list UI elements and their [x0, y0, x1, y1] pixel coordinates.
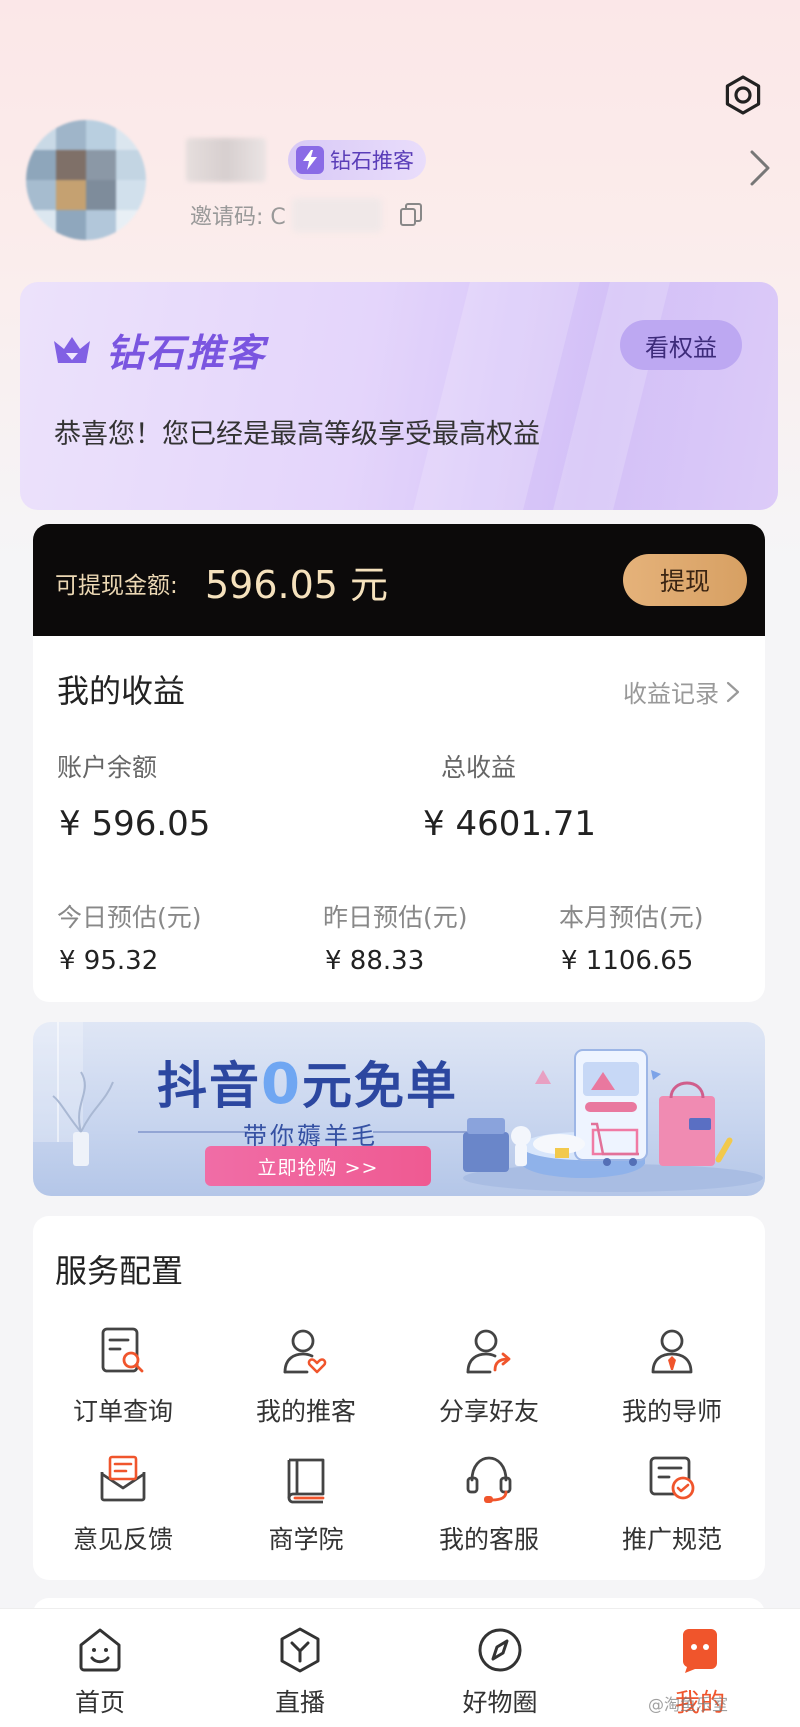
service-share-friend[interactable]: 分享好友: [399, 1324, 579, 1444]
bottom-tab-bar: 首页 直播 好物圈 我的 @淘鱼乐室: [0, 1608, 800, 1727]
my-promoter-icon: [283, 1329, 327, 1374]
balance-label: 账户余额: [57, 753, 158, 782]
gear-icon: [725, 75, 761, 115]
balance-value: ¥ 596.05: [59, 804, 211, 844]
promo-banner[interactable]: 抖音0元免单 带你薅羊毛 立即抢购 >>: [33, 1022, 765, 1196]
service-academy[interactable]: 商学院: [216, 1452, 396, 1572]
yesterday-value: ¥ 88.33: [325, 946, 425, 976]
avatar[interactable]: [26, 120, 146, 240]
badge-label: 钻石推客: [330, 149, 414, 173]
withdraw-button[interactable]: 提现: [623, 554, 747, 606]
service-promotion-rules[interactable]: 推广规范: [582, 1452, 762, 1572]
customer-service-icon: [466, 1456, 512, 1503]
crown-icon: [54, 336, 90, 363]
month-label: 本月预估(元): [559, 903, 704, 932]
service-label: 我的推客: [255, 1397, 356, 1426]
earnings-title: 我的收益: [57, 672, 186, 710]
level-badge: 钻石推客: [288, 140, 426, 180]
tab-label: 直播: [274, 1688, 325, 1717]
profile-header[interactable]: 钻石推客 邀请码: C: [26, 118, 786, 258]
banner-title-post: 元免单: [301, 1057, 458, 1115]
tab-label: 首页: [74, 1688, 125, 1717]
user-name: [186, 138, 266, 182]
service-label: 订单查询: [72, 1397, 173, 1426]
tab-home[interactable]: 首页: [40, 1625, 160, 1725]
service-label: 我的客服: [438, 1525, 539, 1554]
service-label: 意见反馈: [72, 1525, 173, 1554]
service-mentor[interactable]: 我的导师: [582, 1324, 762, 1444]
withdraw-label: 可提现金额:: [55, 573, 178, 599]
today-value: ¥ 95.32: [59, 946, 159, 976]
lightning-icon: [296, 146, 324, 174]
tab-live[interactable]: 直播: [240, 1625, 360, 1725]
total-label: 总收益: [441, 753, 517, 782]
service-my-promoter[interactable]: 我的推客: [216, 1324, 396, 1444]
settings-button[interactable]: [720, 72, 766, 118]
service-feedback[interactable]: 意见反馈: [33, 1452, 213, 1572]
academy-icon: [287, 1458, 325, 1504]
membership-title: 钻石推客: [52, 322, 266, 377]
copy-icon[interactable]: [398, 202, 424, 228]
promotion-rules-icon: [649, 1456, 695, 1500]
today-label: 今日预估(元): [57, 903, 202, 932]
service-label: 推广规范: [621, 1525, 722, 1554]
earnings-record-link[interactable]: 收益记录: [623, 674, 741, 709]
watermark: @淘鱼乐室: [648, 1695, 729, 1714]
withdraw-bar: 可提现金额: 596.05 元 提现: [33, 524, 765, 636]
tab-label: 好物圈: [462, 1688, 538, 1717]
mine-icon: [682, 1629, 717, 1673]
month-value: ¥ 1106.65: [561, 946, 694, 976]
home-icon: [79, 1628, 121, 1672]
banner-title-zero: 0: [261, 1052, 302, 1117]
membership-description: 恭喜您！您已经是最高等级享受最高权益: [54, 419, 540, 450]
order-search-icon: [101, 1327, 144, 1373]
banner-title-pre: 抖音: [157, 1057, 261, 1115]
yesterday-label: 昨日预估(元): [323, 903, 468, 932]
services-card: 服务配置 订单查询 我的推客 分享好友 我的导师 意见反馈 商学院 我的客服 推…: [33, 1216, 765, 1580]
service-label: 商学院: [268, 1525, 344, 1554]
membership-level: 钻石推客: [106, 331, 267, 375]
live-icon: [280, 1627, 320, 1673]
invite-code: 邀请码: C: [190, 198, 424, 232]
chevron-right-icon[interactable]: [744, 148, 774, 188]
banner-title: 抖音0元免单: [157, 1046, 458, 1118]
mentor-icon: [651, 1329, 693, 1374]
buy-now-button[interactable]: 立即抢购 >>: [205, 1146, 431, 1186]
membership-card: 钻石推客 看权益 恭喜您！您已经是最高等级享受最高权益: [20, 282, 778, 510]
service-customer-service[interactable]: 我的客服: [399, 1452, 579, 1572]
service-label: 分享好友: [438, 1397, 539, 1426]
shopping-illustration: [463, 1049, 763, 1192]
total-value: ¥ 4601.71: [423, 804, 597, 844]
earnings-record-label: 收益记录: [623, 680, 719, 708]
window-decoration: [33, 1022, 114, 1166]
services-title: 服务配置: [55, 1252, 184, 1290]
tab-discover[interactable]: 好物圈: [440, 1625, 560, 1725]
share-friend-icon: [466, 1329, 511, 1374]
invite-code-value: [291, 198, 382, 232]
view-rights-button[interactable]: 看权益: [620, 320, 742, 370]
feedback-icon: [100, 1455, 146, 1502]
earnings-card: 我的收益 收益记录 账户余额 ¥ 596.05 总收益 ¥ 4601.71 今日…: [33, 636, 765, 1002]
chevron-right-icon: [726, 681, 740, 702]
withdraw-amount: 596.05 元: [205, 563, 389, 607]
service-order-search[interactable]: 订单查询: [33, 1324, 213, 1444]
invite-label: 邀请码: C: [190, 205, 286, 230]
service-label: 我的导师: [621, 1397, 722, 1426]
discover-icon: [478, 1628, 522, 1672]
